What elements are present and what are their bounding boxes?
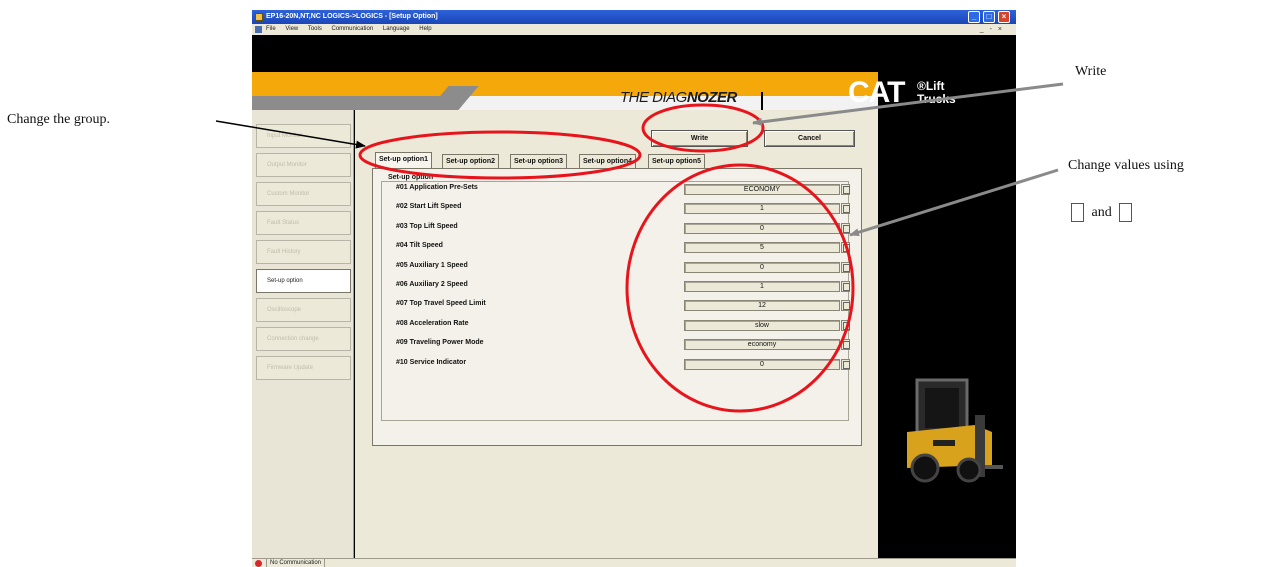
annotation-spinner-hint: and bbox=[1071, 203, 1133, 222]
group-title: Set-up option bbox=[386, 174, 436, 181]
sidebar-item-firmware-update[interactable]: Firmware Update bbox=[256, 356, 351, 380]
connection-status-icon bbox=[255, 560, 262, 567]
status-bar: No Communication bbox=[252, 558, 1016, 567]
menu-language[interactable]: Language bbox=[383, 26, 410, 32]
menu-view[interactable]: View bbox=[285, 26, 298, 32]
option-spinner-10[interactable] bbox=[841, 359, 850, 370]
sidebar-item-oscilloscope[interactable]: Oscilloscope bbox=[256, 298, 351, 322]
option-value-07[interactable]: 12 bbox=[684, 300, 840, 311]
option-spinner-03[interactable] bbox=[841, 223, 850, 234]
cancel-button[interactable]: Cancel bbox=[764, 130, 855, 147]
option-spinner-09[interactable] bbox=[841, 339, 850, 350]
option-spinner-07[interactable] bbox=[841, 300, 850, 311]
option-spinner-04[interactable] bbox=[841, 242, 850, 253]
tab-setup-option5[interactable]: Set-up option5 bbox=[648, 154, 705, 168]
diagnozer-logo: THE DIAGNOZER bbox=[620, 89, 737, 106]
tab-panel: Set-up option #01 Application Pre-Sets E… bbox=[372, 168, 862, 446]
option-value-02[interactable]: 1 bbox=[684, 203, 840, 214]
option-label-08: #08 Acceleration Rate bbox=[396, 320, 469, 327]
option-label-02: #02 Start Lift Speed bbox=[396, 203, 462, 210]
sidebar-item-output-monitor[interactable]: Output Monitor bbox=[256, 153, 351, 177]
menu-communication[interactable]: Communication bbox=[332, 26, 374, 32]
sidebar: Input Monitor Output Monitor Custom Moni… bbox=[252, 110, 354, 558]
maximize-button[interactable]: □ bbox=[983, 11, 995, 23]
option-label-03: #03 Top Lift Speed bbox=[396, 223, 458, 230]
forklift-image bbox=[907, 378, 1003, 483]
option-value-06[interactable]: 1 bbox=[684, 281, 840, 292]
option-spinner-05[interactable] bbox=[841, 262, 850, 273]
option-spinner-02[interactable] bbox=[841, 203, 850, 214]
menu-bar: File View Tools Communication Language H… bbox=[252, 24, 1016, 35]
document-icon bbox=[255, 26, 262, 33]
up-button-icon bbox=[1071, 203, 1084, 222]
option-label-07: #07 Top Travel Speed Limit bbox=[396, 300, 486, 307]
option-value-01[interactable]: ECONOMY bbox=[684, 184, 840, 195]
option-value-04[interactable]: 5 bbox=[684, 242, 840, 253]
logo-divider bbox=[761, 92, 763, 110]
sidebar-item-custom-monitor[interactable]: Custom Monitor bbox=[256, 182, 351, 206]
app-icon bbox=[255, 13, 263, 21]
cat-logo-subtitle: ®Lift Trucks bbox=[917, 79, 956, 106]
setup-content: Write Cancel Set-up option1 Set-up optio… bbox=[355, 110, 878, 558]
option-spinner-08[interactable] bbox=[841, 320, 850, 331]
minimize-button[interactable]: _ bbox=[968, 11, 980, 23]
tab-setup-option4[interactable]: Set-up option4 bbox=[579, 154, 636, 168]
tab-setup-option2[interactable]: Set-up option2 bbox=[442, 154, 499, 168]
annotation-change-values: Change values using bbox=[1068, 158, 1184, 173]
close-button[interactable]: × bbox=[998, 11, 1010, 23]
sidebar-item-setup-option[interactable]: Set-up option bbox=[256, 269, 351, 293]
sidebar-item-fault-status[interactable]: Fault Status bbox=[256, 211, 351, 235]
window-title: EP16-20N,NT,NC LOGICS->LOGICS - [Setup O… bbox=[266, 13, 438, 20]
option-value-05[interactable]: 0 bbox=[684, 262, 840, 273]
annotation-change-group: Change the group. bbox=[7, 112, 111, 127]
sidebar-item-connection-change[interactable]: Connection change bbox=[256, 327, 351, 351]
tab-setup-option3[interactable]: Set-up option3 bbox=[510, 154, 567, 168]
option-value-10[interactable]: 0 bbox=[684, 359, 840, 370]
option-value-08[interactable]: slow bbox=[684, 320, 840, 331]
sidebar-item-fault-history[interactable]: Fault History bbox=[256, 240, 351, 264]
status-text: No Communication bbox=[266, 559, 326, 567]
option-spinner-06[interactable] bbox=[841, 281, 850, 292]
app-window: EP16-20N,NT,NC LOGICS->LOGICS - [Setup O… bbox=[252, 10, 1016, 567]
down-button-icon bbox=[1119, 203, 1133, 222]
option-value-03[interactable]: 0 bbox=[684, 223, 840, 234]
header-banner bbox=[252, 72, 878, 96]
option-label-01: #01 Application Pre-Sets bbox=[396, 184, 478, 191]
option-label-04: #04 Tilt Speed bbox=[396, 242, 443, 249]
write-button[interactable]: Write bbox=[651, 130, 748, 147]
banner-grey-strip bbox=[252, 96, 452, 110]
option-spinner-01[interactable] bbox=[841, 184, 850, 195]
option-label-10: #10 Service Indicator bbox=[396, 359, 467, 366]
menu-help[interactable]: Help bbox=[419, 26, 431, 32]
menu-file[interactable]: File bbox=[266, 26, 276, 32]
right-image-panel bbox=[878, 110, 1016, 558]
sidebar-item-input-monitor[interactable]: Input Monitor bbox=[256, 124, 351, 148]
option-label-05: #05 Auxiliary 1 Speed bbox=[396, 262, 468, 269]
option-label-09: #09 Traveling Power Mode bbox=[396, 339, 484, 346]
option-label-06: #06 Auxiliary 2 Speed bbox=[396, 281, 468, 288]
annotation-write: Write bbox=[1075, 64, 1107, 79]
cat-logo: CAT bbox=[848, 76, 905, 109]
title-bar: EP16-20N,NT,NC LOGICS->LOGICS - [Setup O… bbox=[252, 10, 1016, 24]
option-value-09[interactable]: economy bbox=[684, 339, 840, 350]
mdi-controls[interactable]: _ ‑ × bbox=[980, 24, 1004, 35]
tab-setup-option1[interactable]: Set-up option1 bbox=[375, 152, 432, 168]
menu-tools[interactable]: Tools bbox=[308, 26, 322, 32]
